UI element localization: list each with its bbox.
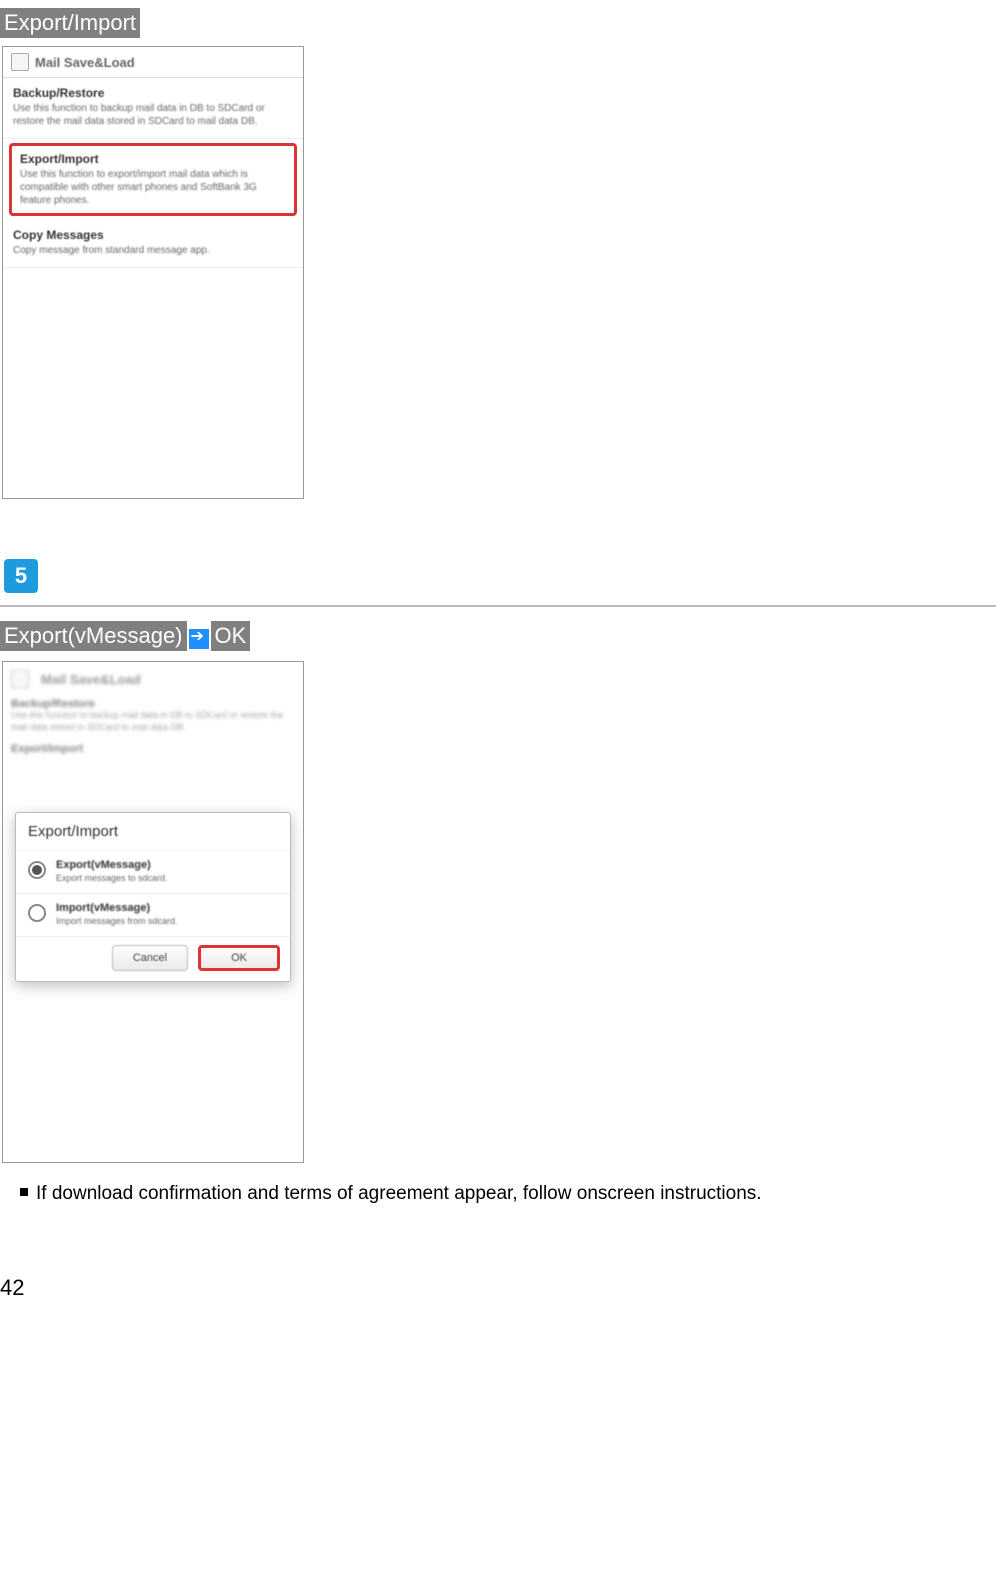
bg-section-title: Backup/Restore: [11, 698, 295, 710]
option-desc: Copy message from standard message app.: [13, 244, 293, 257]
screenshot-header-title: Mail Save&Load: [35, 55, 135, 70]
option-copy-messages: Copy Messages Copy message from standard…: [3, 220, 303, 268]
ok-button-highlighted: OK: [198, 945, 280, 971]
radio-icon: [28, 861, 46, 879]
step-label-ok: OK: [211, 621, 251, 651]
bg-section-desc: Use this function to backup mail data in…: [11, 710, 295, 733]
app-icon: [11, 670, 29, 688]
radio-icon: [28, 904, 46, 922]
option-title: Export(vMessage): [56, 859, 168, 871]
cancel-button: Cancel: [112, 945, 188, 971]
option-title: Copy Messages: [13, 228, 293, 242]
square-bullet-icon: [20, 1188, 28, 1196]
screenshot-export-dialog: Mail Save&Load Backup/Restore Use this f…: [2, 661, 304, 1163]
option-desc: Use this function to export/import mail …: [20, 168, 286, 207]
note-text: If download confirmation and terms of ag…: [36, 1183, 762, 1204]
app-icon: [11, 53, 29, 71]
option-desc: Export messages to sdcard.: [56, 873, 168, 883]
divider: [0, 605, 996, 607]
step-label-export-import: Export/Import: [0, 8, 140, 38]
option-backup-restore: Backup/Restore Use this function to back…: [3, 78, 303, 139]
step-label-export-vmessage: Export(vMessage): [0, 621, 187, 651]
dialog-title: Export/Import: [16, 813, 290, 851]
option-export-import-highlighted: Export/Import Use this function to expor…: [9, 143, 297, 216]
option-title: Backup/Restore: [13, 86, 293, 100]
instruction-note: If download confirmation and terms of ag…: [20, 1183, 996, 1205]
arrow-right-icon: [189, 629, 209, 649]
export-import-dialog: Export/Import Export(vMessage) Export me…: [15, 812, 291, 982]
page-number: 42: [0, 1275, 996, 1301]
option-title: Import(vMessage): [56, 902, 178, 914]
screenshot-mail-save-load: Mail Save&Load Backup/Restore Use this f…: [2, 46, 304, 499]
option-desc: Use this function to backup mail data in…: [13, 102, 293, 128]
option-desc: Import messages from sdcard.: [56, 916, 178, 926]
radio-option-import: Import(vMessage) Import messages from sd…: [16, 894, 290, 937]
bg-section-title: Export/Import: [11, 743, 295, 755]
option-title: Export/Import: [20, 152, 286, 166]
screenshot-header-title: Mail Save&Load: [41, 672, 141, 687]
step-number-badge: 5: [4, 559, 38, 593]
radio-option-export: Export(vMessage) Export messages to sdca…: [16, 851, 290, 894]
